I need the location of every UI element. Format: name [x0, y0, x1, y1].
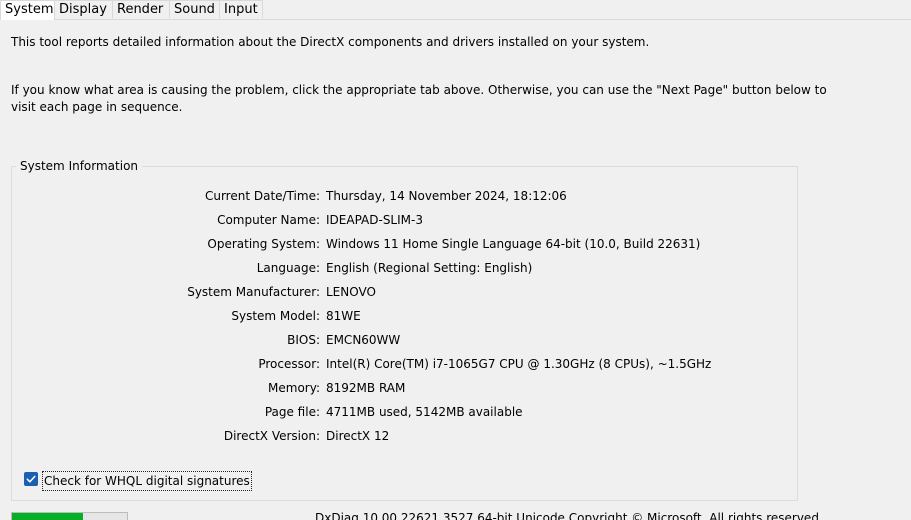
- tab-render[interactable]: Render: [112, 0, 170, 18]
- info-label: BIOS:: [287, 333, 320, 347]
- info-label: System Manufacturer:: [187, 285, 320, 299]
- info-value: 4711MB used, 5142MB available: [326, 405, 523, 419]
- tab-system[interactable]: System: [0, 0, 55, 20]
- progress-fill: [12, 513, 84, 520]
- info-label: Computer Name:: [217, 213, 320, 227]
- info-label: Processor:: [258, 357, 320, 371]
- info-label: Operating System:: [207, 237, 320, 251]
- system-information-group: Current Date/Time: Thursday, 14 November…: [11, 166, 798, 501]
- dxdiag-window: System Display Render Sound Input This t…: [0, 0, 911, 520]
- info-value: DirectX 12: [326, 429, 390, 443]
- help-text-line-1: If you know what area is causing the pro…: [11, 83, 827, 97]
- tab-input[interactable]: Input: [219, 0, 263, 18]
- info-value: English (Regional Setting: English): [326, 261, 533, 275]
- info-label: DirectX Version:: [223, 429, 320, 443]
- info-value: Thursday, 14 November 2024, 18:12:06: [326, 189, 567, 203]
- tab-display[interactable]: Display: [54, 0, 113, 18]
- group-title: System Information: [16, 158, 143, 174]
- whql-checkbox-label[interactable]: Check for WHQL digital signatures: [42, 471, 252, 491]
- checkbox-checked-icon[interactable]: [24, 472, 38, 486]
- info-label: Memory:: [268, 381, 320, 395]
- info-value: IDEAPAD-SLIM-3: [326, 213, 423, 227]
- info-value: EMCN60WW: [326, 333, 401, 347]
- intro-text: This tool reports detailed information a…: [11, 35, 650, 49]
- info-label: Current Date/Time:: [204, 189, 320, 203]
- progress-bar: [11, 512, 128, 520]
- info-label: Page file:: [264, 405, 320, 419]
- info-value: 81WE: [326, 309, 361, 323]
- info-label: System Model:: [231, 309, 320, 323]
- info-value: Windows 11 Home Single Language 64-bit (…: [326, 237, 701, 251]
- info-label: Language:: [256, 261, 320, 275]
- info-value: LENOVO: [326, 285, 376, 299]
- tab-strip: System Display Render Sound Input: [0, 0, 911, 20]
- info-value: 8192MB RAM: [326, 381, 406, 395]
- help-text-line-2: visit each page in sequence.: [11, 100, 183, 114]
- footer-copyright: DxDiag 10.00.22621.3527 64-bit Unicode C…: [315, 511, 823, 520]
- tab-sound[interactable]: Sound: [169, 0, 220, 18]
- info-value: Intel(R) Core(TM) i7-1065G7 CPU @ 1.30GH…: [326, 357, 712, 371]
